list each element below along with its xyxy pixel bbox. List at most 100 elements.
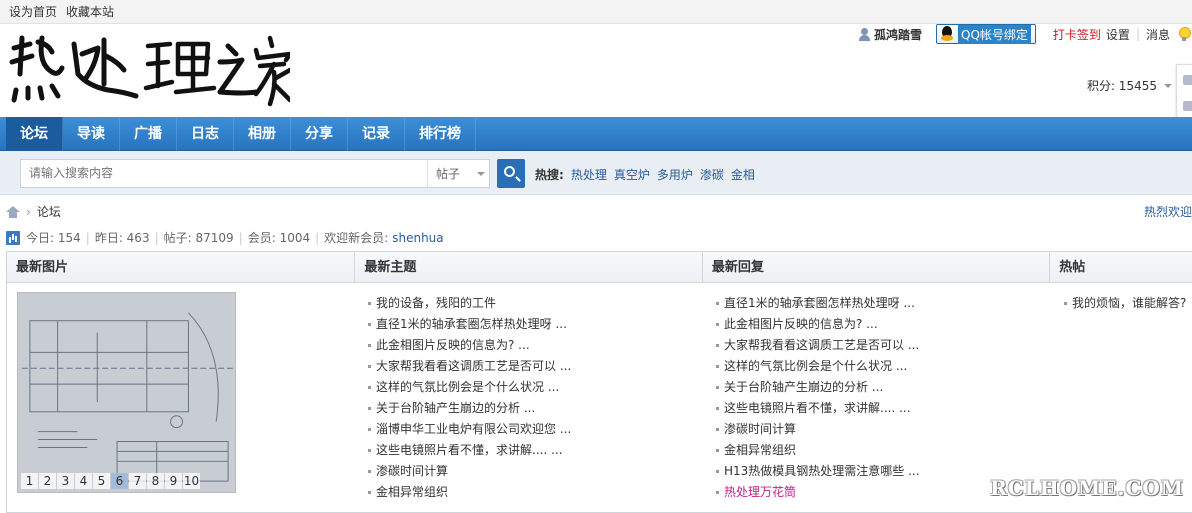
checkin-link[interactable]: 打卡签到 (1053, 26, 1101, 43)
home-icon[interactable] (6, 205, 20, 218)
bar-chart-icon[interactable] (6, 230, 20, 245)
bookmark-site-link[interactable]: 收藏本站 (66, 3, 114, 20)
quick-panel-icon[interactable] (1183, 101, 1192, 111)
nav-item-records[interactable]: 记录 (348, 117, 405, 151)
column-header-latest-replies: 最新回复 (703, 252, 1051, 283)
breadcrumb-separator: › (26, 204, 31, 219)
pager-page[interactable]: 10 (183, 473, 200, 489)
portal-panel: 最新图片 最新主题 最新回复 热帖 1 2 3 4 5 6 7 8 9 10 我… (6, 251, 1192, 513)
forum-stats: 今日: 154 | 昨日: 463 | 帖子: 87109 | 会员: 1004… (6, 229, 444, 246)
calligraphy-logo-icon (9, 35, 293, 107)
qq-bind-button[interactable]: QQ帐号绑定 (936, 24, 1036, 44)
nav-item-forum[interactable]: 论坛 (6, 117, 63, 151)
main-nav: 论坛 导读 广播 日志 相册 分享 记录 排行榜 (0, 117, 1192, 151)
site-logo[interactable] (8, 34, 293, 110)
welcome-link[interactable]: 热烈欢迎 (1144, 203, 1192, 220)
hot-search-link[interactable]: 热处理 (571, 166, 607, 183)
hot-searches: 热搜: 热处理 真空炉 多用炉 渗碳 金相 (535, 166, 755, 183)
divider: | (154, 230, 159, 245)
search-type-value: 帖子 (436, 167, 461, 181)
column-header-latest-topics: 最新主题 (355, 252, 703, 283)
divider: | (238, 230, 243, 245)
stat-members: 会员: 1004 (247, 231, 311, 245)
pager-page[interactable]: 7 (129, 473, 146, 489)
user-toolbar: 孤鸿踏雪 QQ帐号绑定 打卡签到 设置 | 消息 (858, 24, 1192, 44)
topic-link[interactable]: 这些电镜照片看不懂，求讲解.... ... (366, 440, 571, 461)
pager-page[interactable]: 8 (147, 473, 164, 489)
search-box: 帖子 (20, 159, 490, 188)
messages-link[interactable]: 消息 (1146, 26, 1170, 43)
nav-item-broadcast[interactable]: 广播 (120, 117, 177, 151)
divider: | (315, 230, 320, 245)
latest-image-slideshow[interactable]: 1 2 3 4 5 6 7 8 9 10 (17, 292, 236, 493)
qq-bind-label: QQ帐号绑定 (958, 24, 1031, 44)
credits-value: 积分: 15455 (1086, 79, 1157, 93)
reply-topic-link[interactable]: 这样的气氛比例会是个什么状况 ... (714, 356, 920, 377)
search-input[interactable] (21, 160, 427, 187)
hot-search-label: 热搜: (535, 168, 564, 182)
divider: | (1135, 27, 1140, 41)
reply-topic-link-highlighted[interactable]: 热处理万花筒 (714, 482, 920, 503)
pager-page[interactable]: 3 (57, 473, 74, 489)
panel-header: 最新图片 最新主题 最新回复 热帖 (7, 252, 1192, 283)
top-utility-bar: 设为首页 收藏本站 (0, 0, 1192, 24)
nav-item-blog[interactable]: 日志 (177, 117, 234, 151)
stat-posts: 帖子: 87109 (163, 231, 234, 245)
topic-link[interactable]: 关于台阶轴产生崩边的分析 ... (366, 398, 571, 419)
pager-page[interactable]: 4 (75, 473, 92, 489)
latest-replies-list: 直径1米的轴承套圈怎样热处理呀 ... 此金相图片反映的信息为? ... 大家帮… (714, 293, 920, 503)
user-icon (858, 27, 871, 41)
pager-page[interactable]: 9 (165, 473, 182, 489)
pager-page-active[interactable]: 6 (111, 473, 128, 489)
reply-topic-link[interactable]: 关于台阶轴产生崩边的分析 ... (714, 377, 920, 398)
reply-topic-link[interactable]: 金相异常组织 (714, 440, 920, 461)
topic-link[interactable]: 金相异常组织 (366, 482, 571, 503)
topic-link[interactable]: 淄博申华工业电炉有限公司欢迎您 ... (366, 419, 571, 440)
topic-link[interactable]: 直径1米的轴承套圈怎样热处理呀 ... (366, 314, 571, 335)
breadcrumb-current[interactable]: 论坛 (37, 203, 61, 220)
settings-link[interactable]: 设置 (1106, 26, 1130, 43)
column-header-hot-posts: 热帖 (1059, 260, 1086, 275)
hot-post-link[interactable]: 我的烦恼，谁能解答? (1062, 293, 1186, 314)
reply-topic-link[interactable]: 大家帮我看看这调质工艺是否可以 ... (714, 335, 920, 356)
stat-yesterday: 昨日: 463 (94, 231, 150, 245)
reply-topic-link[interactable]: 这些电镜照片看不懂，求讲解.... ... (714, 398, 920, 419)
reply-topic-link[interactable]: 此金相图片反映的信息为? ... (714, 314, 920, 335)
pager-page[interactable]: 1 (21, 473, 38, 489)
topic-link[interactable]: 这样的气氛比例会是个什么状况 ... (366, 377, 571, 398)
column-header-latest-images: 最新图片 (7, 252, 356, 283)
username: 孤鸿踏雪 (873, 27, 922, 42)
pager-page[interactable]: 2 (39, 473, 56, 489)
chevron-down-icon (1164, 83, 1172, 88)
stat-today: 今日: 154 (26, 231, 81, 245)
hot-search-link[interactable]: 多用炉 (657, 166, 693, 183)
nav-item-ranking[interactable]: 排行榜 (405, 117, 476, 151)
reply-topic-link[interactable]: 直径1米的轴承套圈怎样热处理呀 ... (714, 293, 920, 314)
notification-bulb-icon[interactable] (1178, 27, 1191, 41)
pager-page[interactable]: 5 (93, 473, 110, 489)
hot-search-link[interactable]: 渗碳 (700, 166, 724, 183)
topic-link[interactable]: 大家帮我看看这调质工艺是否可以 ... (366, 356, 571, 377)
topic-link[interactable]: 此金相图片反映的信息为? ... (366, 335, 571, 356)
qq-penguin-icon (940, 26, 954, 42)
nav-item-album[interactable]: 相册 (234, 117, 291, 151)
hot-posts-list: 我的烦恼，谁能解答? (1062, 293, 1186, 314)
nav-item-share[interactable]: 分享 (291, 117, 348, 151)
chevron-down-icon (477, 171, 486, 176)
search-button[interactable] (497, 159, 525, 188)
quick-panel-icon[interactable] (1183, 75, 1192, 85)
divider: | (85, 230, 90, 245)
user-profile-link[interactable]: 孤鸿踏雪 (858, 26, 922, 43)
set-homepage-link[interactable]: 设为首页 (9, 3, 57, 20)
nav-item-guide[interactable]: 导读 (63, 117, 120, 151)
hot-search-link[interactable]: 真空炉 (614, 166, 650, 183)
reply-topic-link[interactable]: 渗碳时间计算 (714, 419, 920, 440)
credits-dropdown[interactable]: 积分: 15455 (1087, 77, 1172, 94)
search-type-select[interactable]: 帖子 (427, 160, 489, 187)
new-member-link[interactable]: shenhua (392, 231, 443, 245)
reply-topic-link[interactable]: H13热做模具钢热处理需注意哪些 ... (714, 461, 920, 482)
hot-search-link[interactable]: 金相 (731, 166, 755, 183)
topic-link[interactable]: 渗碳时间计算 (366, 461, 571, 482)
topic-link[interactable]: 我的设备，残阳的工件 (366, 293, 571, 314)
slideshow-pager: 1 2 3 4 5 6 7 8 9 10 (21, 473, 200, 489)
